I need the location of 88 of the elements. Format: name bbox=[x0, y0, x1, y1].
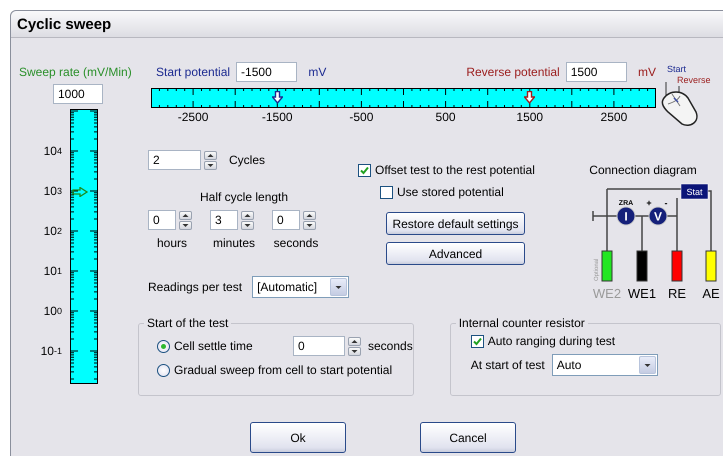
potential-ruler[interactable] bbox=[151, 88, 656, 108]
down-arrow-icon bbox=[305, 222, 314, 228]
spin-up-button[interactable] bbox=[179, 210, 192, 220]
diagram-title: Connection diagram bbox=[589, 163, 697, 177]
scale-label: 500 bbox=[434, 110, 457, 124]
reverse-potential-label: Reverse potential bbox=[466, 65, 560, 79]
radio-button[interactable] bbox=[157, 340, 170, 352]
input-field[interactable]: 0 bbox=[148, 210, 176, 230]
radio-label: Gradual sweep from cell to start potential bbox=[174, 363, 392, 377]
cycles-label: Cycles bbox=[229, 153, 266, 167]
action-button[interactable]: Restore default settings bbox=[386, 212, 525, 235]
voltmeter-symbol bbox=[648, 206, 668, 226]
unit-label: mV bbox=[638, 65, 656, 79]
electrode-label: AE bbox=[702, 286, 720, 301]
checkbox[interactable] bbox=[380, 186, 393, 198]
meter-letter: V bbox=[654, 210, 662, 224]
electrode-label: WE1 bbox=[628, 286, 656, 301]
checkbox-label: Auto ranging during test bbox=[488, 334, 616, 348]
half-cycle-label: Half cycle length bbox=[200, 190, 290, 204]
down-arrow-icon bbox=[181, 222, 190, 228]
input-field[interactable]: 0 bbox=[272, 210, 300, 230]
up-arrow-icon bbox=[350, 338, 359, 344]
down-arrow-icon bbox=[243, 222, 252, 228]
spin-up-button[interactable] bbox=[204, 150, 217, 160]
down-arrow-icon[interactable] bbox=[524, 91, 535, 104]
sweep-rate-label: Sweep rate (mV/Min) bbox=[19, 65, 133, 79]
unit-label: minutes bbox=[212, 236, 256, 250]
start-potential-label: Start potential bbox=[156, 65, 230, 79]
caret-icon bbox=[334, 284, 344, 290]
checkbox-label: Use stored potential bbox=[397, 185, 504, 199]
ammeter-symbol bbox=[616, 206, 636, 226]
radio-label: Cell settle time bbox=[174, 339, 254, 353]
dropdown[interactable]: Auto bbox=[552, 354, 658, 376]
checkbox[interactable] bbox=[470, 334, 484, 348]
up-arrow-icon bbox=[206, 152, 215, 158]
spin-down-button[interactable] bbox=[348, 346, 361, 356]
group-title: Start of the test bbox=[146, 316, 230, 330]
scale-label: -500 bbox=[348, 110, 374, 124]
radio-button[interactable] bbox=[157, 364, 170, 376]
spin-up-button[interactable] bbox=[241, 210, 254, 220]
electrode-label: WE2 bbox=[592, 286, 622, 301]
polarity-sign: - bbox=[664, 198, 668, 208]
mouse-hint-label: Reverse bbox=[677, 75, 711, 85]
caret-icon bbox=[642, 362, 652, 368]
spin-down-button[interactable] bbox=[204, 160, 217, 170]
spin-down-button[interactable] bbox=[303, 220, 316, 230]
input-field[interactable]: 1500 bbox=[566, 62, 627, 82]
dialog-button[interactable]: Ok bbox=[250, 422, 346, 453]
right-arrow-icon[interactable] bbox=[72, 186, 88, 197]
unit-label: seconds bbox=[368, 339, 413, 353]
input-field[interactable]: 0 bbox=[293, 336, 345, 356]
action-button[interactable]: Advanced bbox=[386, 242, 525, 265]
unit-label: hours bbox=[156, 236, 188, 250]
input-field[interactable]: 1000 bbox=[53, 84, 103, 104]
dropdown[interactable]: [Automatic] bbox=[252, 276, 350, 298]
checkbox-label: Offset test to the rest potential bbox=[375, 163, 535, 177]
readings-label: Readings per test bbox=[148, 280, 242, 294]
unit-label: seconds bbox=[272, 236, 320, 250]
input-field[interactable]: 2 bbox=[148, 150, 201, 170]
up-arrow-icon bbox=[305, 212, 314, 218]
log-scale-ruler[interactable] bbox=[70, 109, 98, 384]
window-title: Cyclic sweep bbox=[17, 16, 112, 32]
instrument-label: Stat bbox=[686, 187, 702, 197]
scale-label: -1500 bbox=[260, 110, 294, 124]
down-arrow-icon[interactable] bbox=[272, 91, 284, 104]
polarity-sign: + bbox=[646, 198, 652, 208]
scale-label: 1500 bbox=[515, 110, 544, 124]
scale-label: -2500 bbox=[176, 110, 210, 124]
down-arrow-icon bbox=[206, 162, 215, 168]
up-arrow-icon bbox=[181, 212, 190, 218]
instrument-box bbox=[680, 184, 708, 200]
checkbox[interactable] bbox=[358, 164, 371, 176]
dialog-button[interactable]: Cancel bbox=[420, 422, 516, 453]
input-field[interactable]: -1500 bbox=[236, 62, 298, 82]
mouse-hint-label: Start bbox=[667, 64, 686, 74]
group-title: Internal counter resistor bbox=[458, 316, 586, 330]
spin-down-button[interactable] bbox=[179, 220, 192, 230]
down-arrow-icon bbox=[350, 348, 359, 354]
up-arrow-icon bbox=[243, 212, 252, 218]
at-start-label: At start of test bbox=[470, 358, 545, 372]
spin-up-button[interactable] bbox=[303, 210, 316, 220]
unit-label: mV bbox=[308, 65, 326, 79]
spin-down-button[interactable] bbox=[241, 220, 254, 230]
meter-letter: I bbox=[624, 210, 628, 224]
scale-label: 2500 bbox=[600, 110, 628, 124]
electrode-label: RE bbox=[668, 286, 686, 301]
input-field[interactable]: 3 bbox=[210, 210, 238, 230]
spin-up-button[interactable] bbox=[348, 336, 361, 346]
